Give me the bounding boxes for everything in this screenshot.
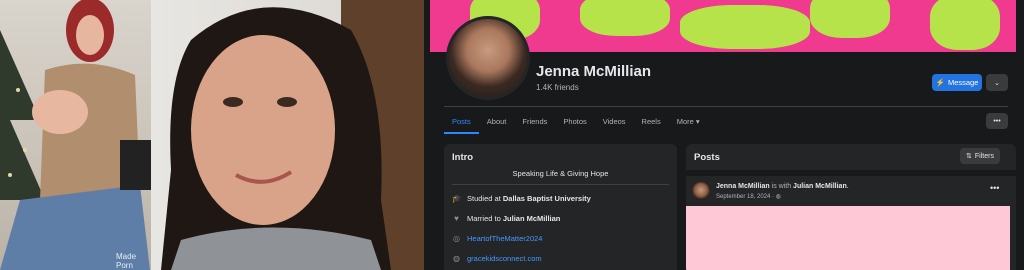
post-tagged-name[interactable]: Julian McMillian	[793, 183, 847, 190]
tab-videos[interactable]: Videos	[595, 108, 634, 134]
message-button[interactable]: ⚡ Message	[932, 74, 982, 91]
filters-label: Filters	[974, 152, 994, 160]
selfie-photo	[151, 0, 424, 270]
header-divider	[444, 106, 1008, 107]
studied-prefix: Studied at	[467, 194, 501, 203]
post-media[interactable]	[686, 206, 1010, 270]
spouse-link[interactable]: Julian McMillian	[503, 214, 561, 223]
watermark-text: Made Porn	[116, 252, 137, 270]
school-link[interactable]: Dallas Baptist University	[503, 194, 591, 203]
instagram-icon: ◎	[453, 234, 460, 243]
post-date-text: September 18, 2024 ·	[716, 194, 776, 200]
profile-picture[interactable]	[446, 16, 530, 100]
ellipsis-icon: •••	[993, 117, 1001, 125]
sliders-icon: ⇅	[966, 153, 972, 160]
intro-divider	[452, 184, 669, 185]
messenger-icon: ⚡	[935, 78, 945, 87]
post-menu-button[interactable]: •••	[990, 183, 999, 193]
tabs-more-options-button[interactable]: •••	[986, 113, 1008, 129]
facebook-profile-screenshot: Jenna McMillian 1.4K friends ⚡ Message ⌄…	[424, 0, 1024, 270]
tab-posts[interactable]: Posts	[444, 108, 479, 134]
friends-count[interactable]: 1.4K friends	[536, 83, 579, 92]
filters-button[interactable]: ⇅ Filters	[960, 148, 1000, 164]
profile-more-button[interactable]: ⌄	[986, 74, 1008, 91]
left-photo: Made Porn	[0, 0, 151, 270]
audience-globe-icon: ◍	[775, 194, 781, 200]
globe-icon: ◍	[453, 254, 460, 263]
tab-friends[interactable]: Friends	[514, 108, 555, 134]
profile-name: Jenna McMillian	[536, 63, 652, 80]
posts-title: Posts	[694, 152, 720, 163]
post-author-name[interactable]: Jenna McMillian	[716, 183, 770, 190]
post-header: Jenna McMillian is with Julian McMillian…	[716, 183, 849, 190]
intro-card: Intro Speaking Life & Giving Hope 🎓 Stud…	[444, 144, 677, 270]
tab-photos[interactable]: Photos	[555, 108, 594, 134]
heart-icon: ♥	[454, 214, 459, 223]
website-link[interactable]: gracekidsconnect.com	[467, 254, 542, 263]
graduation-cap-icon: 🎓	[451, 194, 462, 203]
intro-website-row: ◍ gracekidsconnect.com	[452, 254, 542, 263]
intro-title: Intro	[452, 152, 474, 163]
posts-divider	[686, 170, 1016, 176]
married-prefix: Married to	[467, 214, 501, 223]
message-button-label: Message	[947, 78, 979, 87]
intro-relationship-row: ♥ Married to Julian McMillian	[452, 214, 560, 223]
post-date[interactable]: September 18, 2024 · ◍	[716, 193, 781, 200]
intro-education-row: 🎓 Studied at Dallas Baptist University	[452, 194, 591, 203]
left-photo-illustration	[0, 0, 151, 270]
intro-bio: Speaking Life & Giving Hope	[512, 169, 609, 178]
profile-tabs: Posts About Friends Photos Videos Reels …	[444, 108, 708, 134]
tab-reels[interactable]: Reels	[634, 108, 669, 134]
tab-more[interactable]: More ▾	[669, 108, 708, 134]
posts-card: Posts ⇅ Filters Jenna McMillian is with …	[686, 144, 1016, 270]
intro-instagram-row: ◎ HeartofTheMatter2024	[452, 234, 542, 243]
chevron-down-icon: ⌄	[994, 79, 1000, 87]
post-with-text: is with	[771, 183, 792, 190]
tab-about[interactable]: About	[479, 108, 515, 134]
selfie-illustration	[161, 0, 424, 270]
instagram-link[interactable]: HeartofTheMatter2024	[467, 234, 542, 243]
post-author-avatar[interactable]	[692, 182, 710, 200]
